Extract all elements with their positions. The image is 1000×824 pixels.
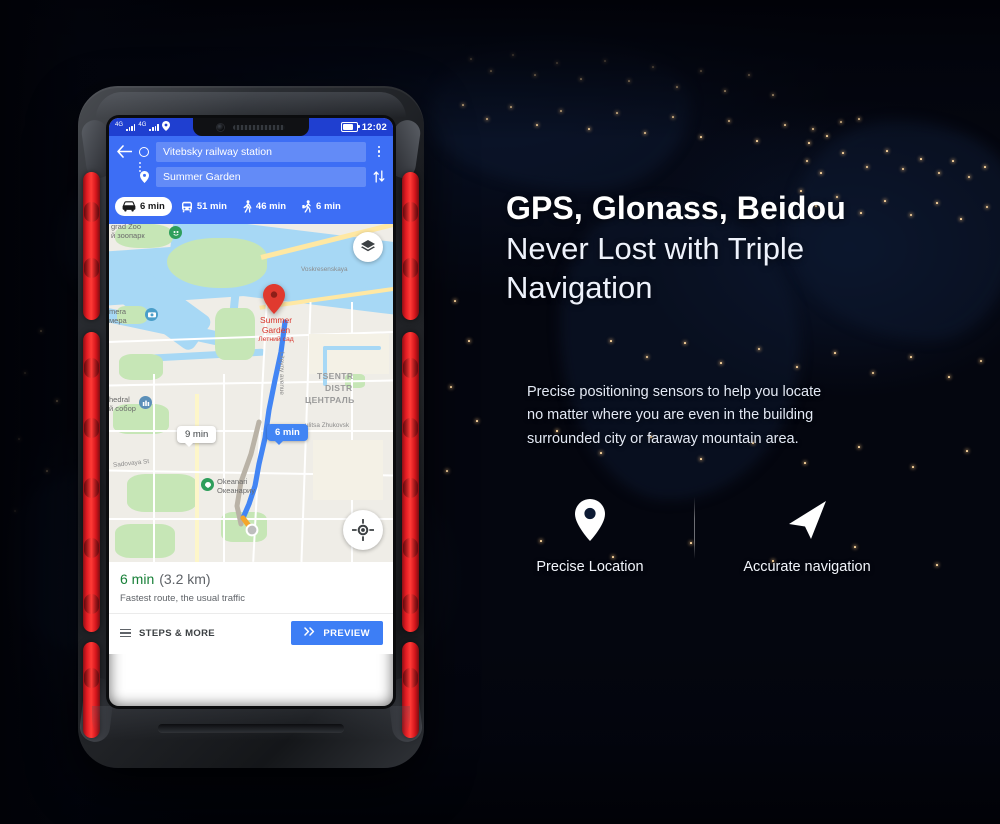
travel-mode-walk-time: 46 min xyxy=(255,201,287,212)
location-icon xyxy=(161,121,170,133)
steps-and-more-button[interactable]: STEPS & MORE xyxy=(120,628,215,639)
battery-icon xyxy=(340,122,360,132)
origin-row: Vitebsky railway station xyxy=(116,141,386,162)
feature-row: Precise Location Accurate navigation xyxy=(506,495,926,587)
preview-label: PREVIEW xyxy=(323,627,370,639)
feature-label-accurate-navigation: Accurate navigation xyxy=(743,559,871,575)
map-district-line3: ЦЕНТРАЛЬ xyxy=(305,395,355,405)
headline-secondary: Never Lost with Triple Navigation xyxy=(506,229,926,307)
map-canvas[interactable]: grad Zoo й зоопарк mera мера hedral й со… xyxy=(109,224,393,562)
map-label-summer-garden: Summer Garden Летний сад xyxy=(258,315,294,343)
back-arrow-icon[interactable] xyxy=(116,144,132,160)
smartphone-mockup: 4G 4G 12:02 Vitebsky railway station Sum… xyxy=(78,86,424,768)
description-line-3: surrounded city or faraway mountain area… xyxy=(527,430,799,447)
destination-pin-icon xyxy=(138,170,150,183)
destination-row: Summer Garden xyxy=(116,166,386,187)
origin-circle-icon xyxy=(138,146,150,158)
feature-label-precise-location: Precise Location xyxy=(536,559,644,575)
origin-input[interactable]: Vitebsky railway station xyxy=(156,141,366,162)
status-bar-right: 12:02 xyxy=(340,121,387,133)
map-route-badge-primary[interactable]: 6 min xyxy=(267,424,308,445)
status-bar-clock: 12:02 xyxy=(361,121,387,133)
preview-button[interactable]: PREVIEW xyxy=(291,621,383,645)
route-eta: 6 min xyxy=(120,571,155,587)
map-poi-cathedral[interactable] xyxy=(139,396,152,412)
map-district-line1: TSENTR xyxy=(317,371,354,381)
route-eta-row: 6 min (3.2 km) xyxy=(120,571,382,589)
travel-mode-car-time: 6 min xyxy=(140,201,165,212)
phone-notch xyxy=(193,118,309,136)
route-summary-card: 6 min (3.2 km) Fastest route, the usual t… xyxy=(109,562,393,654)
description-line-1: Precise positioning sensors to help you … xyxy=(527,384,822,400)
directions-header: Vitebsky railway station Summer Garden xyxy=(109,136,393,193)
travel-mode-walk[interactable]: 46 min xyxy=(236,196,293,217)
phone-screen: 4G 4G 12:02 Vitebsky railway station Sum… xyxy=(109,118,393,706)
travel-mode-rideshare-time: 6 min xyxy=(316,201,341,212)
map-street-voskresenskaya: Voskresenskaya xyxy=(301,266,348,273)
phone-bottom-ridge xyxy=(158,724,344,732)
phone-side-rail-left-middle xyxy=(83,332,100,632)
phone-top-bevel xyxy=(96,92,406,118)
swap-arrows-icon[interactable] xyxy=(372,170,386,183)
map-route-badge-alternate[interactable]: 9 min xyxy=(177,426,217,447)
marketing-text-panel: GPS, Glonass, Beidou Never Lost with Tri… xyxy=(506,190,926,308)
map-pin-icon xyxy=(506,495,674,545)
double-chevron-icon xyxy=(304,627,315,639)
description-text: Precise positioning sensors to help you … xyxy=(527,381,917,451)
travel-mode-tabs: 6 min 51 min 46 min 6 min xyxy=(109,193,393,224)
feature-precise-location: Precise Location xyxy=(506,495,674,575)
layers-icon[interactable] xyxy=(353,232,383,262)
map-label-okeanarium: Okeanari Океанариу xyxy=(217,477,255,495)
network-label-sim1: 4G xyxy=(115,122,124,128)
route-distance: (3.2 km) xyxy=(159,571,211,587)
map-label-cathedral: hedral й собор xyxy=(109,395,136,413)
feature-divider xyxy=(694,497,695,559)
map-district-line2: DISTR xyxy=(325,383,353,393)
travel-mode-car[interactable]: 6 min xyxy=(115,197,172,216)
map-destination-marker[interactable] xyxy=(263,284,285,314)
route-subtitle: Fastest route, the usual traffic xyxy=(120,593,245,604)
phone-side-rail-right-top xyxy=(402,172,419,320)
overflow-menu-icon[interactable] xyxy=(372,145,386,158)
headline-secondary-line2: Navigation xyxy=(506,270,653,306)
network-label-sim2: 4G xyxy=(138,122,147,128)
destination-input[interactable]: Summer Garden xyxy=(156,166,366,187)
travel-mode-transit-time: 51 min xyxy=(196,201,227,212)
feature-accurate-navigation: Accurate navigation xyxy=(702,495,912,575)
spacer-left xyxy=(116,169,132,185)
steps-and-more-label: STEPS & MORE xyxy=(139,627,215,639)
my-location-icon[interactable] xyxy=(343,510,383,550)
list-icon xyxy=(120,628,131,638)
map-street-zhukovskogo: ulitsa Zhukovsk xyxy=(305,422,350,429)
travel-mode-transit[interactable]: 51 min xyxy=(174,197,234,217)
route-summary-actions: STEPS & MORE PREVIEW xyxy=(109,613,393,654)
map-poi-zoo[interactable] xyxy=(169,226,182,242)
navigation-arrow-icon xyxy=(702,495,912,545)
map-street-liteyny: Liteyny avenue xyxy=(278,352,285,395)
headline-secondary-line1: Never Lost with Triple xyxy=(506,231,805,267)
map-poi-camera[interactable] xyxy=(145,308,158,324)
phone-side-rail-right-middle xyxy=(402,332,419,632)
earpiece-speaker-icon xyxy=(233,124,285,130)
signal-bars-sim2 xyxy=(149,123,159,131)
map-poi-okeanarium[interactable] xyxy=(201,478,214,494)
route-connector-dots xyxy=(139,162,141,172)
phone-side-rail-left-top xyxy=(83,172,100,320)
map-label-zoo: grad Zoo й зоопарк xyxy=(111,224,145,240)
travel-mode-rideshare[interactable]: 6 min xyxy=(295,196,348,217)
signal-bars-sim1 xyxy=(126,123,136,131)
route-summary-top: 6 min (3.2 km) Fastest route, the usual t… xyxy=(109,562,393,613)
headline-primary: GPS, Glonass, Beidou xyxy=(506,190,846,226)
front-camera-icon xyxy=(217,123,224,131)
map-label-camera: mera мера xyxy=(109,307,127,325)
status-bar-left: 4G 4G xyxy=(115,121,170,133)
description-line-2: no matter where you are even in the buil… xyxy=(527,407,814,424)
